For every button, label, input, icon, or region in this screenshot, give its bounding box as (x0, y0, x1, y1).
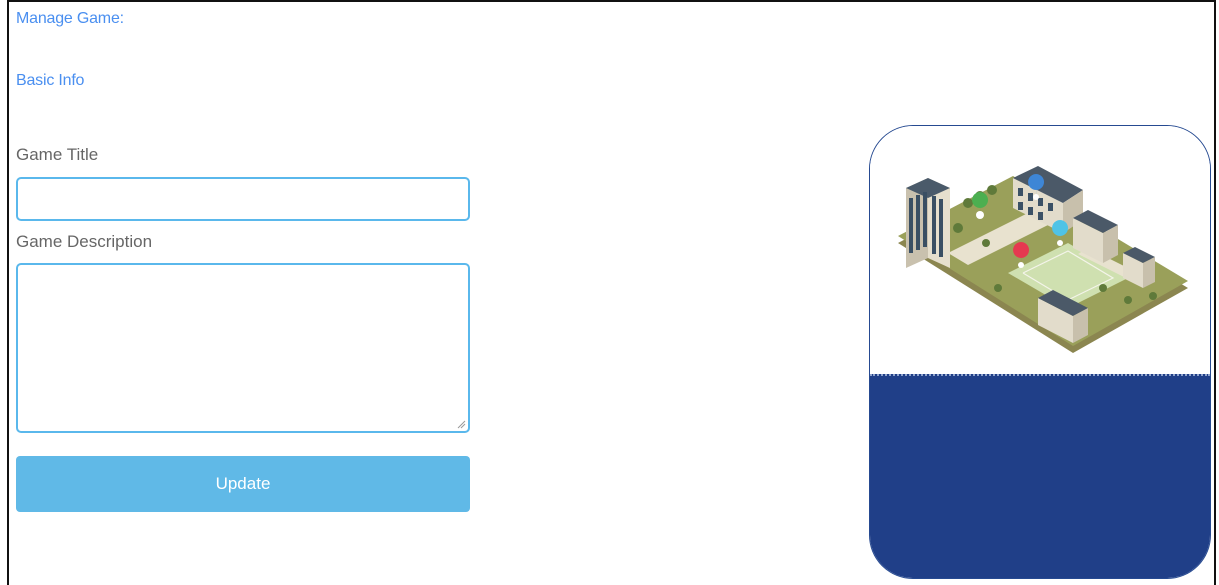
preview-image-area (870, 126, 1210, 374)
campus-illustration (898, 166, 1188, 353)
game-title-input[interactable] (16, 177, 470, 221)
game-title-label: Game Title (16, 145, 99, 164)
manage-game-heading: Manage Game: (16, 10, 124, 27)
preview-color-panel (870, 374, 1210, 578)
basic-info-tab[interactable]: Basic Info (16, 72, 84, 90)
update-button[interactable]: Update (16, 456, 470, 512)
resize-handle-icon[interactable] (456, 419, 466, 429)
game-description-textarea[interactable] (16, 263, 470, 433)
game-preview-card (869, 125, 1211, 579)
game-description-label: Game Description (16, 232, 153, 251)
